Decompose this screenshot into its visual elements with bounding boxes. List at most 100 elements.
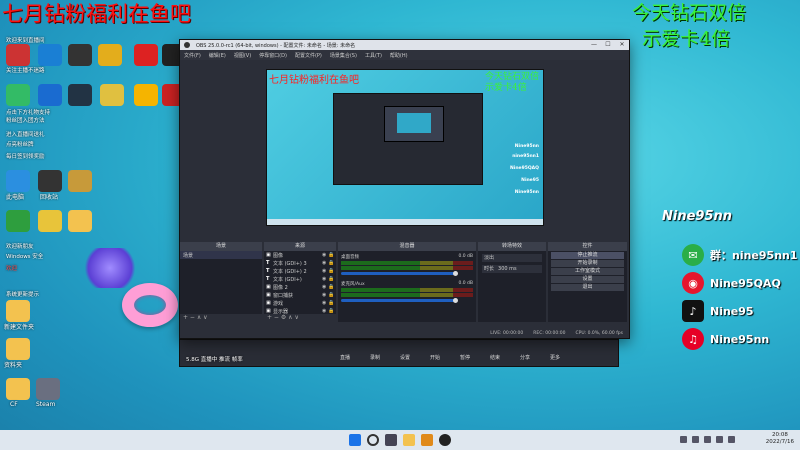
bg-win-footer: 5.8G 直播中 推流 帧率 <box>186 357 243 363</box>
bg-win-item[interactable]: 分享 <box>520 354 530 361</box>
app-icon[interactable] <box>98 44 122 66</box>
folder-icon[interactable] <box>6 378 30 400</box>
menu-file[interactable]: 文件(F) <box>184 52 201 59</box>
start-recording-button[interactable]: 开始录制 <box>551 260 624 267</box>
app-icon[interactable] <box>6 44 30 66</box>
desktop-label: 资料夹 <box>4 362 23 369</box>
mixer-track: 麦克风/Aux 0.0 dB <box>341 281 473 303</box>
bg-win-item[interactable]: 录制 <box>370 354 380 361</box>
desktop-label: CF <box>10 401 18 408</box>
menu-help[interactable]: 帮助(H) <box>390 52 408 59</box>
volume-fader[interactable] <box>341 298 458 303</box>
visibility-lock-icon[interactable]: ◉ 🔒 <box>322 284 336 290</box>
transition-duration[interactable]: 时长 300 ms <box>482 265 542 273</box>
app-icon[interactable] <box>36 378 60 400</box>
start-icon[interactable] <box>349 434 361 446</box>
menu-profile[interactable]: 配置文件(P) <box>295 52 322 59</box>
settings-button[interactable]: 设置 <box>551 276 624 283</box>
sources-dock-toolbar[interactable]: + − ⚙ ∧ ∨ <box>264 314 336 322</box>
menu-scene-collection[interactable]: 场景集合(S) <box>330 52 357 59</box>
folder-icon[interactable] <box>68 210 92 232</box>
visibility-lock-icon[interactable]: ◉ 🔒 <box>322 252 336 258</box>
app-icon[interactable] <box>100 84 124 106</box>
source-type-icon: ▣ <box>266 284 271 290</box>
source-item[interactable]: ▣ 游戏 ◉ 🔒 <box>264 299 336 307</box>
controls-dock-title: 控件 <box>548 242 627 251</box>
scenes-dock: 场景 场景 + − ∧ ∨ <box>180 242 264 322</box>
menu-tools[interactable]: 工具(T) <box>365 52 382 59</box>
app-icon[interactable] <box>38 170 62 192</box>
visibility-lock-icon[interactable]: ◉ 🔒 <box>322 276 336 282</box>
sources-dock: 来源 ▣ 图像 ◉ 🔒 T 文本 (GDI+) 3 ◉ 🔒 T 文本 (GDI+) 2 ◉ … <box>264 242 338 322</box>
visibility-lock-icon[interactable]: ◉ 🔒 <box>322 292 336 298</box>
tray-icon[interactable] <box>680 436 687 443</box>
studio-mode-button[interactable]: 工作室模式 <box>551 268 624 275</box>
app-icon[interactable] <box>38 84 62 106</box>
volume-meter <box>341 288 473 292</box>
bg-win-item[interactable]: 结束 <box>490 354 500 361</box>
source-type-icon: T <box>266 268 270 274</box>
menu-edit[interactable]: 编辑(E) <box>209 52 226 59</box>
social-row-netease: ♫ Nine95nn <box>682 328 769 350</box>
source-item[interactable]: T 文本 (GDI+) 3 ◉ 🔒 <box>264 259 336 267</box>
task-view-icon[interactable] <box>385 434 397 446</box>
network-icon[interactable] <box>704 436 711 443</box>
folder-icon[interactable] <box>6 338 30 360</box>
bg-win-item[interactable]: 开始 <box>430 354 440 361</box>
app-icon[interactable] <box>134 44 158 66</box>
visibility-lock-icon[interactable]: ◉ 🔒 <box>322 300 336 306</box>
store-icon[interactable] <box>421 434 433 446</box>
rec-time: REC: 00:00:00 <box>533 330 566 336</box>
app-icon[interactable] <box>6 84 30 106</box>
scene-item[interactable]: 场景 <box>180 251 262 259</box>
menu-docks[interactable]: 停靠窗口(D) <box>259 52 287 59</box>
app-icon[interactable] <box>6 210 30 232</box>
swim-ring-decoration <box>122 283 178 327</box>
clock[interactable]: 20:08 2022/7/16 <box>766 432 794 446</box>
app-icon[interactable] <box>6 170 30 192</box>
bg-win-item[interactable]: 更多 <box>550 354 560 361</box>
file-explorer-icon[interactable] <box>403 434 415 446</box>
visibility-lock-icon[interactable]: ◉ 🔒 <box>322 260 336 266</box>
source-item[interactable]: T 文本 (GDI+) ◉ 🔒 <box>264 275 336 283</box>
volume-icon[interactable] <box>716 436 723 443</box>
menu-view[interactable]: 视图(V) <box>234 52 251 59</box>
duration-value: 300 ms <box>498 266 517 272</box>
close-button[interactable]: ✕ <box>615 40 629 50</box>
preview-canvas[interactable]: 七月钻粉福利在鱼吧 今天钻石双倍 示爱卡4倍 Nine95nn nine95nn… <box>266 69 544 226</box>
overlay-green-line2: 示爱卡4倍 <box>642 28 731 50</box>
folder-icon[interactable] <box>6 300 30 322</box>
bg-win-item[interactable]: 暂停 <box>460 354 470 361</box>
volume-fader[interactable] <box>341 271 458 276</box>
background-app-window[interactable]: 直播 录制 设置 开始 暂停 结束 分享 更多 <box>179 339 619 367</box>
app-icon[interactable] <box>68 170 92 192</box>
tray-icon[interactable] <box>728 436 735 443</box>
transition-select[interactable]: 淡出 <box>482 254 542 262</box>
source-item[interactable]: ▣ 窗口捕获 ◉ 🔒 <box>264 291 336 299</box>
source-name: 文本 (GDI+) <box>273 276 302 283</box>
scenes-dock-toolbar[interactable]: + − ∧ ∨ <box>180 314 262 322</box>
source-item[interactable]: T 文本 (GDI+) 2 ◉ 🔒 <box>264 267 336 275</box>
cpu-fps: CPU: 0.0%, 60.00 fps <box>575 330 624 336</box>
visibility-lock-icon[interactable]: ◉ 🔒 <box>322 268 336 274</box>
stop-streaming-button[interactable]: 停止推流 <box>551 252 624 259</box>
wechat-icon: ✉ <box>682 244 704 266</box>
bg-win-item[interactable]: 设置 <box>400 354 410 361</box>
exit-button[interactable]: 退出 <box>551 284 624 291</box>
maximize-button[interactable]: ☐ <box>601 40 615 50</box>
search-icon[interactable] <box>367 434 379 446</box>
app-icon[interactable] <box>38 210 62 232</box>
minimize-button[interactable]: — <box>587 40 601 50</box>
tray-icon[interactable] <box>692 436 699 443</box>
source-item[interactable]: ▣ 图像 ◉ 🔒 <box>264 251 336 259</box>
obs-window[interactable]: OBS 25.0.0-rc1 (64-bit, windows) - 配置文件:… <box>179 39 630 339</box>
obs-titlebar[interactable]: OBS 25.0.0-rc1 (64-bit, windows) - 配置文件:… <box>180 40 629 50</box>
app-icon[interactable] <box>68 44 92 66</box>
source-item[interactable]: ▣ 图像 2 ◉ 🔒 <box>264 283 336 291</box>
app-icon[interactable] <box>68 84 92 106</box>
app-icon[interactable] <box>134 84 158 106</box>
bg-win-item[interactable]: 直播 <box>340 354 350 361</box>
obs-taskbar-icon[interactable] <box>439 434 451 446</box>
app-icon[interactable] <box>38 44 62 66</box>
social-label: Nine95QAQ <box>710 276 781 290</box>
